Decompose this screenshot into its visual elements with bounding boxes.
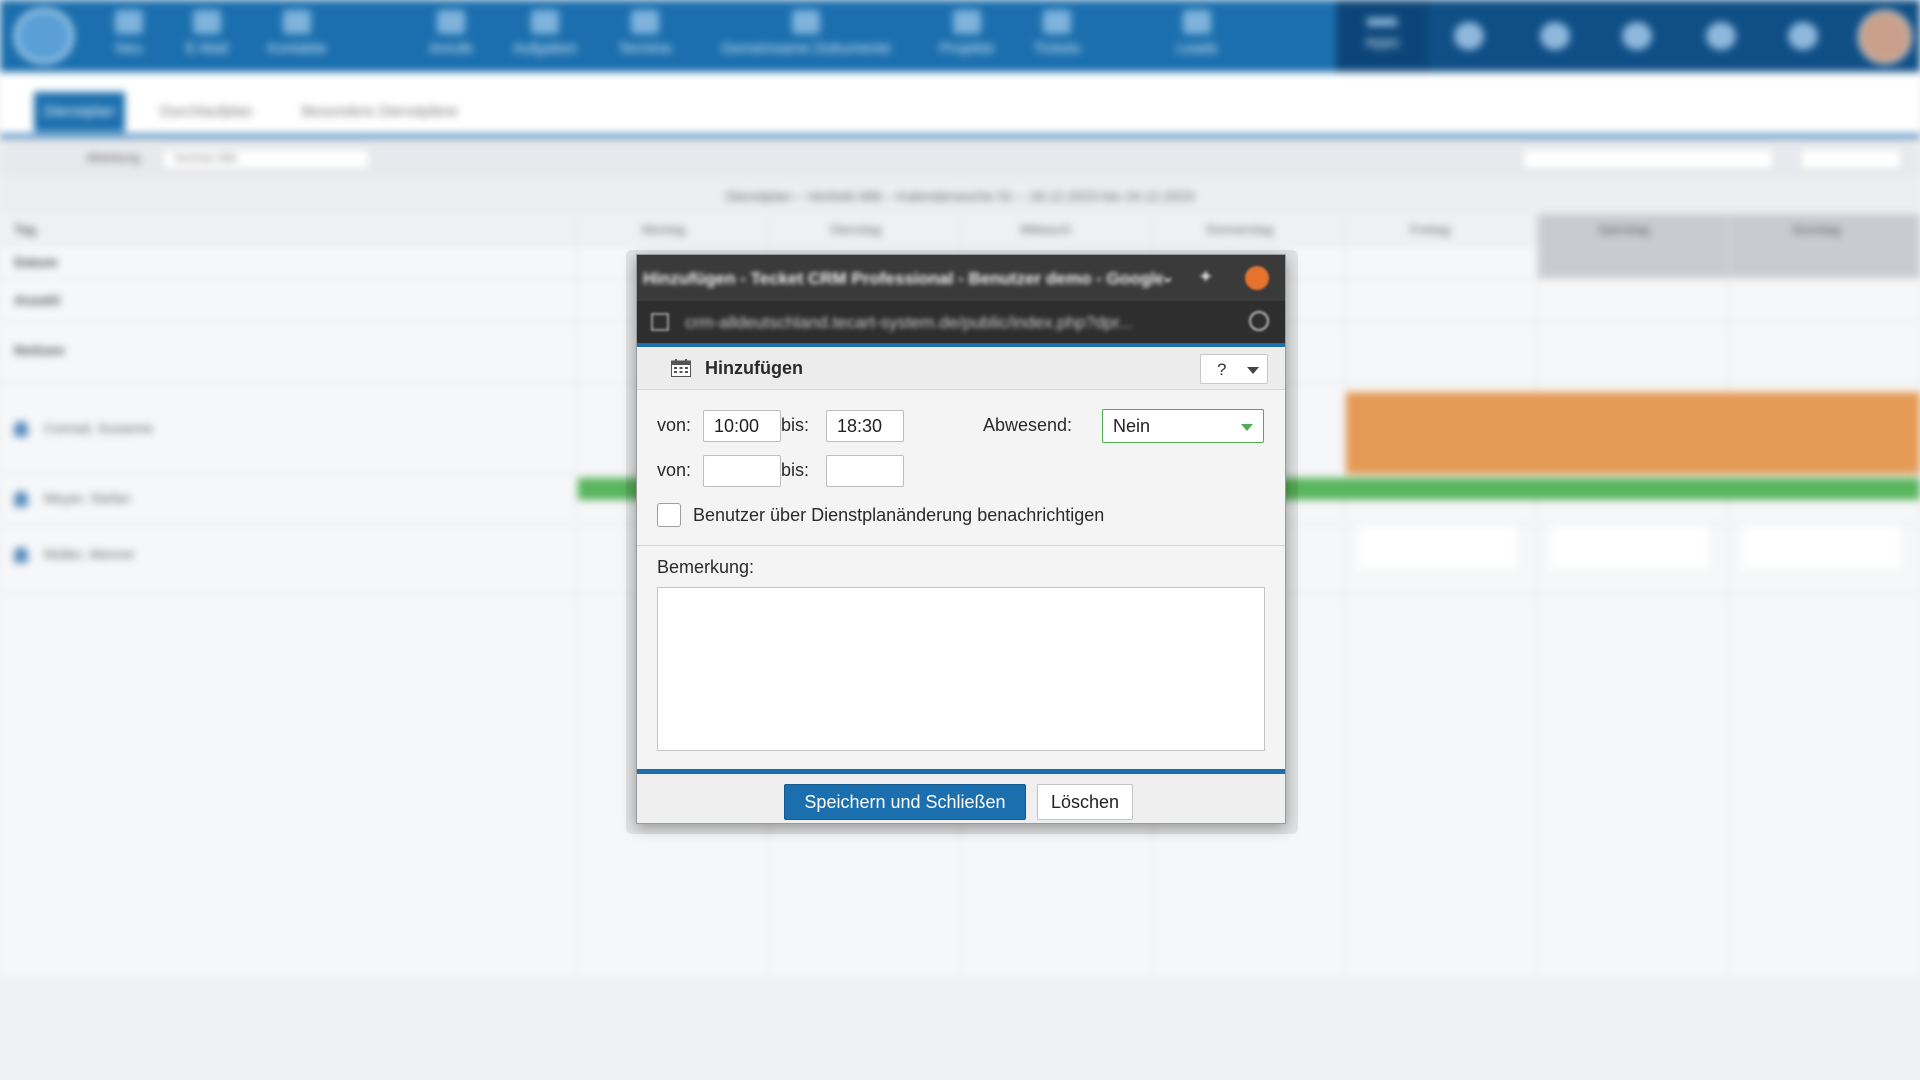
- von-label-2: von:: [657, 460, 692, 480]
- chevron-down-icon: [1247, 367, 1259, 374]
- bemerkung-label: Bemerkung:: [657, 557, 755, 577]
- maximize-icon[interactable]: ✦: [1199, 267, 1217, 286]
- shift-card: [1358, 525, 1516, 569]
- von-label-1: von:: [657, 415, 692, 435]
- abwesend-select[interactable]: Nein: [1102, 409, 1264, 443]
- top-navigation: Neu E-Mail Kontakte Anrufe Aufgaben Term…: [0, 0, 1920, 72]
- apps-icon: [1367, 18, 1397, 26]
- zoom-icon[interactable]: [1249, 311, 1269, 331]
- nav-contacts[interactable]: Kontakte: [252, 6, 342, 68]
- minimize-icon[interactable]: ⌄: [1161, 267, 1179, 286]
- url-text: crm-alldeutschland.tecart-system.de/publ…: [685, 313, 1133, 332]
- nav-leads[interactable]: Leads: [1152, 6, 1242, 68]
- dialog-header: Hinzufügen ?: [637, 347, 1285, 390]
- ticket-icon: [1043, 10, 1071, 34]
- search-icon[interactable]: [1540, 22, 1570, 50]
- window-titlebar[interactable]: Hinzufügen - Tecket CRM Professional - B…: [637, 255, 1285, 301]
- projects-icon: [953, 10, 981, 34]
- day-header-fri: Freitag: [1410, 222, 1451, 237]
- bis-label-2: bis:: [781, 460, 810, 480]
- nav-projects[interactable]: Projekte: [922, 6, 1012, 68]
- notify-label[interactable]: Benutzer über Dienstplanänderung benachr…: [693, 505, 1104, 526]
- nav-new[interactable]: Neu: [84, 6, 174, 68]
- bis-time-input-2[interactable]: [826, 455, 904, 487]
- filter-bar: Abteilung Vertrieb Mitt: [0, 138, 1920, 178]
- day-header-wed: Mittwoch: [1020, 222, 1072, 237]
- plan-subtitle: Dienstplan – Vertrieb Mitt – Kalenderwoc…: [0, 178, 1920, 214]
- bis-time-input-1[interactable]: [826, 410, 904, 442]
- day-header-tue: Dienstag: [830, 222, 882, 237]
- app-logo: [14, 8, 74, 64]
- nav-calls[interactable]: Anrufe: [406, 6, 496, 68]
- dialog-footer: Speichern und Schließen Löschen: [637, 769, 1285, 823]
- apps-menu[interactable]: Apps: [1336, 0, 1428, 72]
- home-icon[interactable]: [1454, 22, 1484, 50]
- abwesend-label: Abwesend:: [983, 415, 1073, 435]
- dialog-title: Hinzufügen: [705, 358, 803, 378]
- avatar[interactable]: [1858, 10, 1912, 64]
- window-title: Hinzufügen - Tecket CRM Professional - B…: [643, 269, 1163, 288]
- delete-button[interactable]: Löschen: [1037, 784, 1133, 820]
- day-header-label: Tag: [14, 222, 37, 237]
- mail-icon: [193, 10, 221, 34]
- help-dropdown-button[interactable]: ?: [1200, 354, 1268, 384]
- abwesend-value: Nein: [1113, 416, 1151, 436]
- nav-email[interactable]: E-Mail: [162, 6, 252, 68]
- shift-card: [1550, 525, 1708, 569]
- von-time-input-2[interactable]: [703, 455, 781, 487]
- day-header-thu: Donnerstag: [1206, 222, 1274, 237]
- calendar-icon: [671, 359, 691, 377]
- year-select[interactable]: [1800, 148, 1902, 170]
- day-header-sun: Sonntag: [1792, 222, 1841, 237]
- calendar-icon: [631, 10, 659, 34]
- divider: [637, 545, 1285, 546]
- contacts-icon: [283, 10, 311, 34]
- week-select[interactable]: [1522, 148, 1774, 170]
- tab-besondere-dienstplaene[interactable]: Besondere Dienstpläne: [292, 92, 468, 132]
- nav-shared-documents[interactable]: Gemeinsame Dokumente: [706, 6, 906, 68]
- url-bar: crm-alldeutschland.tecart-system.de/publ…: [637, 301, 1285, 347]
- leads-icon: [1183, 10, 1211, 34]
- phone-icon: [437, 10, 465, 34]
- chevron-down-icon: [1241, 424, 1253, 431]
- help-icon: ?: [1217, 360, 1227, 379]
- vacation-block: [1346, 392, 1920, 474]
- shift-card: [1742, 525, 1900, 569]
- tab-durchlaufplan[interactable]: Durchlaufplan: [150, 92, 263, 132]
- tab-dienstplan[interactable]: Dienstplan: [34, 92, 125, 132]
- bemerkung-textarea[interactable]: [657, 587, 1265, 751]
- notify-checkbox[interactable]: [657, 503, 681, 527]
- nav-tickets[interactable]: Tickets: [1012, 6, 1102, 68]
- tab-bar: Dienstplan Durchlaufplan Besondere Diens…: [0, 72, 1920, 138]
- plus-icon: [115, 10, 143, 34]
- von-time-input-1[interactable]: [703, 410, 781, 442]
- close-icon[interactable]: [1245, 266, 1269, 290]
- popup-window: Hinzufügen - Tecket CRM Professional - B…: [636, 254, 1286, 824]
- gear-icon[interactable]: [1788, 22, 1818, 50]
- nav-tasks[interactable]: Aufgaben: [500, 6, 590, 68]
- department-select[interactable]: Vertrieb Mitt: [162, 148, 370, 170]
- tasks-icon: [531, 10, 559, 34]
- folder-icon: [792, 10, 820, 34]
- bis-label-1: bis:: [781, 415, 810, 435]
- bell-icon[interactable]: [1706, 22, 1736, 50]
- day-header-mon: Montag: [642, 222, 686, 237]
- chat-icon[interactable]: [1622, 22, 1652, 50]
- save-and-close-button[interactable]: Speichern und Schließen: [784, 784, 1026, 820]
- site-info-icon[interactable]: [651, 313, 669, 331]
- filter-label: Abteilung: [86, 150, 141, 165]
- day-header-sat: Samstag: [1598, 222, 1650, 237]
- nav-appointments[interactable]: Termine: [600, 6, 690, 68]
